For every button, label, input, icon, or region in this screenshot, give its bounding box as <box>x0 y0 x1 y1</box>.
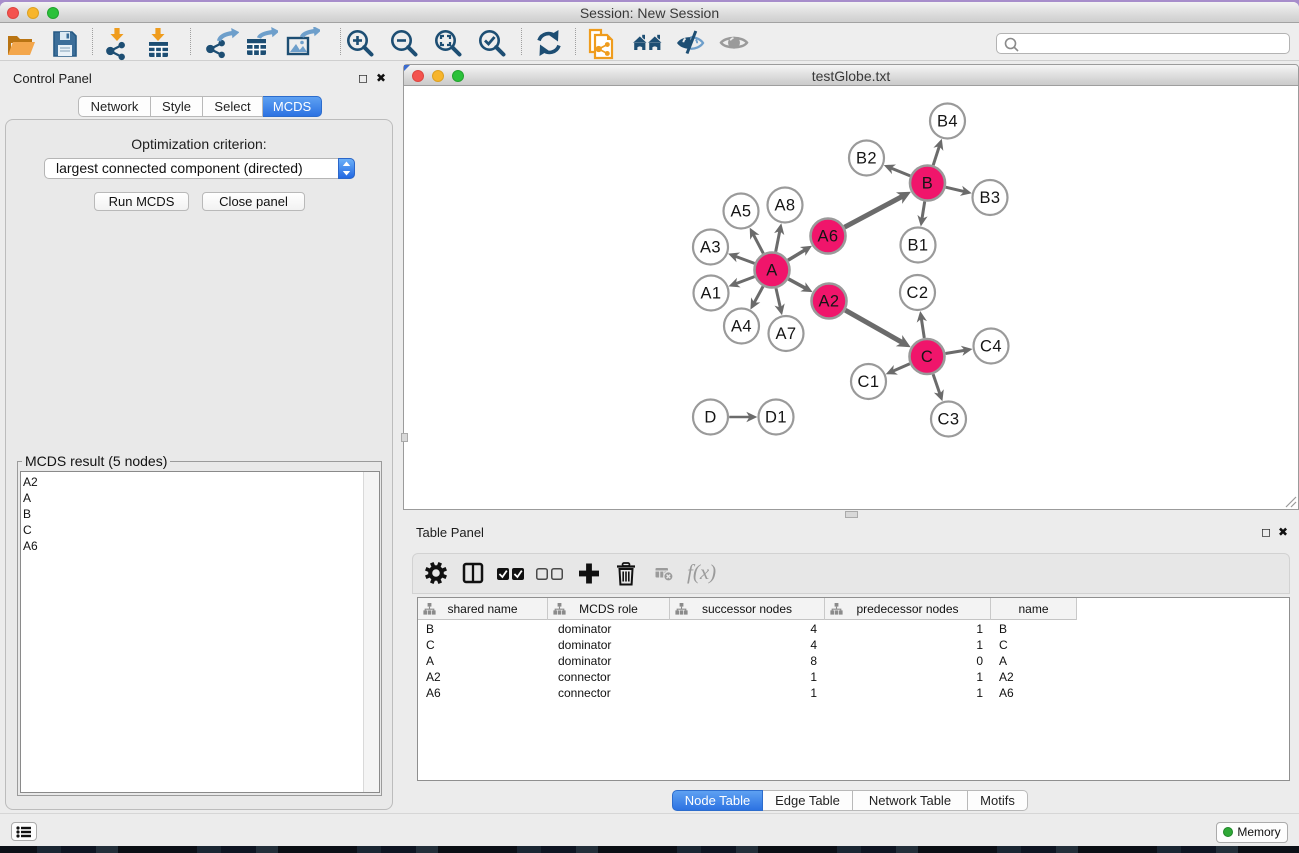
svg-text:B: B <box>922 175 933 193</box>
svg-text:C: C <box>921 348 933 366</box>
svg-text:A4: A4 <box>731 318 752 336</box>
svg-text:A3: A3 <box>700 239 721 257</box>
svg-text:C4: C4 <box>980 338 1002 356</box>
svg-text:A6: A6 <box>818 228 839 246</box>
svg-text:C2: C2 <box>907 284 929 302</box>
svg-text:C1: C1 <box>858 373 880 391</box>
svg-text:A8: A8 <box>775 197 796 215</box>
svg-text:C3: C3 <box>938 411 960 429</box>
svg-text:D1: D1 <box>765 409 787 427</box>
svg-text:B4: B4 <box>937 113 958 131</box>
svg-text:D: D <box>704 409 716 427</box>
svg-text:B2: B2 <box>856 150 877 168</box>
svg-text:A: A <box>766 262 777 280</box>
svg-text:A7: A7 <box>776 325 797 343</box>
svg-text:A5: A5 <box>731 203 752 221</box>
svg-text:A1: A1 <box>701 285 722 303</box>
svg-text:A2: A2 <box>819 293 840 311</box>
svg-text:B3: B3 <box>980 189 1001 207</box>
svg-text:B1: B1 <box>908 237 929 255</box>
